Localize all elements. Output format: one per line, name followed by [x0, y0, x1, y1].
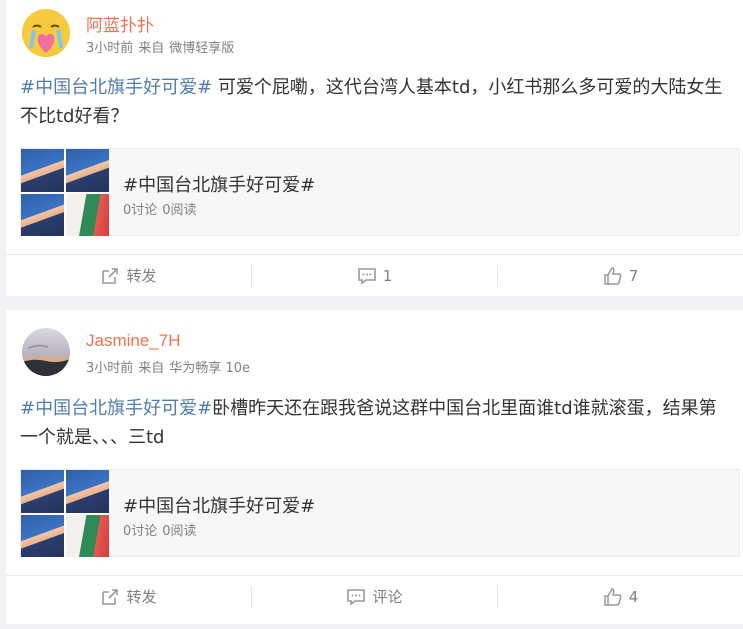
- post-card: 阿蓝扑扑 3小时前 来自 微博轻享版 #中国台北旗手好可爱# 可爱个屁嘞，这代台湾人…: [6, 0, 743, 296]
- share-arrow-icon: [102, 267, 119, 284]
- topic-stats: 0讨论 0阅读: [123, 199, 202, 218]
- topic-title: #中国台北旗手好可爱#: [123, 175, 316, 196]
- comment-button[interactable]: 评论: [252, 576, 497, 617]
- hashtag-link[interactable]: #中国台北旗手好可爱#: [20, 77, 212, 98]
- post-source[interactable]: 华为畅享 10e: [169, 361, 250, 376]
- repost-label: 转发: [126, 267, 157, 285]
- like-button[interactable]: 4: [498, 576, 743, 617]
- topic-card[interactable]: #中国台北旗手好可爱# 0讨论 0阅读: [20, 469, 740, 557]
- topic-reads: 0阅读: [162, 203, 197, 218]
- crying-heart-emoji-icon: [23, 10, 69, 56]
- thumbs-up-icon: [603, 587, 622, 606]
- action-bar: 转发 评论 4: [6, 575, 743, 617]
- weibo-feed: 阿蓝扑扑 3小时前 来自 微博轻享版 #中国台北旗手好可爱# 可爱个屁嘞，这代台湾人…: [0, 0, 743, 629]
- post-meta: 3小时前 来自 华为畅享 10e: [86, 357, 255, 376]
- post-card: Jasmine_7H 3小时前 来自 华为畅享 10e #中国台北旗手好可爱#卧槽昨…: [6, 310, 743, 624]
- username[interactable]: 阿蓝扑扑: [86, 11, 154, 36]
- post-meta: 3小时前 来自 微博轻享版: [86, 37, 239, 56]
- comment-button[interactable]: 1: [252, 255, 497, 296]
- repost-label: 转发: [126, 588, 157, 606]
- comment-label: 1: [382, 266, 393, 285]
- thumbs-up-icon: [603, 266, 622, 285]
- like-button[interactable]: 7: [498, 255, 743, 296]
- speech-bubble-icon: [347, 588, 366, 606]
- topic-reads: 0阅读: [162, 524, 197, 539]
- source-prefix: 来自: [138, 41, 165, 56]
- action-bar: 转发 1 7: [6, 254, 743, 296]
- username[interactable]: Jasmine_7H: [86, 331, 181, 351]
- comment-label: 评论: [372, 588, 403, 606]
- source-prefix: 来自: [138, 361, 165, 376]
- post-source[interactable]: 微博轻享版: [169, 41, 234, 56]
- post-time[interactable]: 3小时前: [86, 41, 133, 56]
- share-arrow-icon: [102, 588, 119, 605]
- repost-button[interactable]: 转发: [6, 576, 251, 617]
- topic-discussions: 0讨论: [123, 203, 158, 218]
- like-count: 4: [628, 587, 639, 606]
- speech-bubble-icon: [357, 267, 376, 285]
- topic-thumbnail: [21, 149, 109, 236]
- post-text: #中国台北旗手好可爱# 可爱个屁嘞，这代台湾人基本td，小红书那么多可爱的大陆女…: [20, 73, 732, 131]
- post-text: #中国台北旗手好可爱#卧槽昨天还在跟我爸说这群中国台北里面谁td谁就滚蛋，结果第…: [20, 394, 732, 452]
- avatar[interactable]: [22, 9, 70, 57]
- topic-title: #中国台北旗手好可爱#: [123, 496, 316, 517]
- topic-thumbnail: [21, 470, 109, 557]
- topic-stats: 0讨论 0阅读: [123, 520, 202, 539]
- topic-discussions: 0讨论: [123, 524, 158, 539]
- like-count: 7: [628, 266, 639, 285]
- hashtag-link[interactable]: #中国台北旗手好可爱#: [20, 398, 212, 419]
- post-time[interactable]: 3小时前: [86, 361, 133, 376]
- topic-card[interactable]: #中国台北旗手好可爱# 0讨论 0阅读: [20, 148, 740, 236]
- sunset-photo-avatar: [22, 328, 70, 376]
- repost-button[interactable]: 转发: [6, 255, 251, 296]
- avatar[interactable]: [22, 328, 70, 376]
